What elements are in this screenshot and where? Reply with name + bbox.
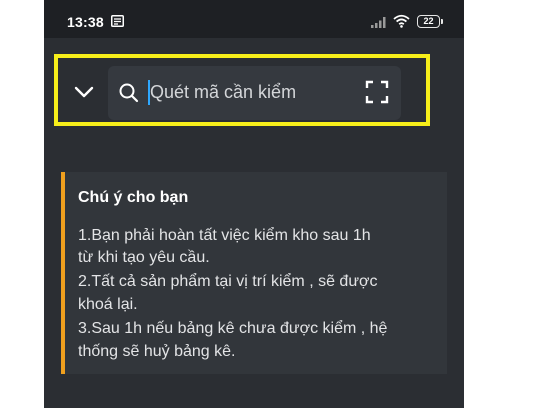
notice-line: thống sẽ huỷ bảng kê. bbox=[78, 343, 236, 360]
notice-line: từ khi tạo yêu cầu. bbox=[78, 249, 210, 266]
wifi-icon bbox=[393, 14, 410, 28]
search-icon bbox=[119, 83, 139, 103]
signal-icon bbox=[371, 17, 386, 28]
scan-icon[interactable] bbox=[365, 80, 389, 104]
notice-line: 3.Sau 1h nếu bảng kê chưa được kiểm , hệ bbox=[78, 320, 388, 337]
notice-title: Chú ý cho bạn bbox=[78, 189, 189, 206]
notice-line: khoá lại. bbox=[78, 296, 138, 313]
battery-icon: 22 bbox=[417, 15, 440, 28]
notification-icon bbox=[111, 15, 124, 27]
chevron-down-icon[interactable] bbox=[73, 84, 95, 100]
notice-line: 2.Tất cả sản phẩm tại vị trí kiểm , sẽ đ… bbox=[78, 273, 378, 290]
battery-cap bbox=[441, 19, 443, 24]
status-time: 13:38 bbox=[67, 14, 104, 30]
notice-line: 1.Bạn phải hoàn tất việc kiểm kho sau 1h bbox=[78, 227, 371, 244]
search-placeholder: Quét mã cần kiểm bbox=[150, 82, 297, 102]
